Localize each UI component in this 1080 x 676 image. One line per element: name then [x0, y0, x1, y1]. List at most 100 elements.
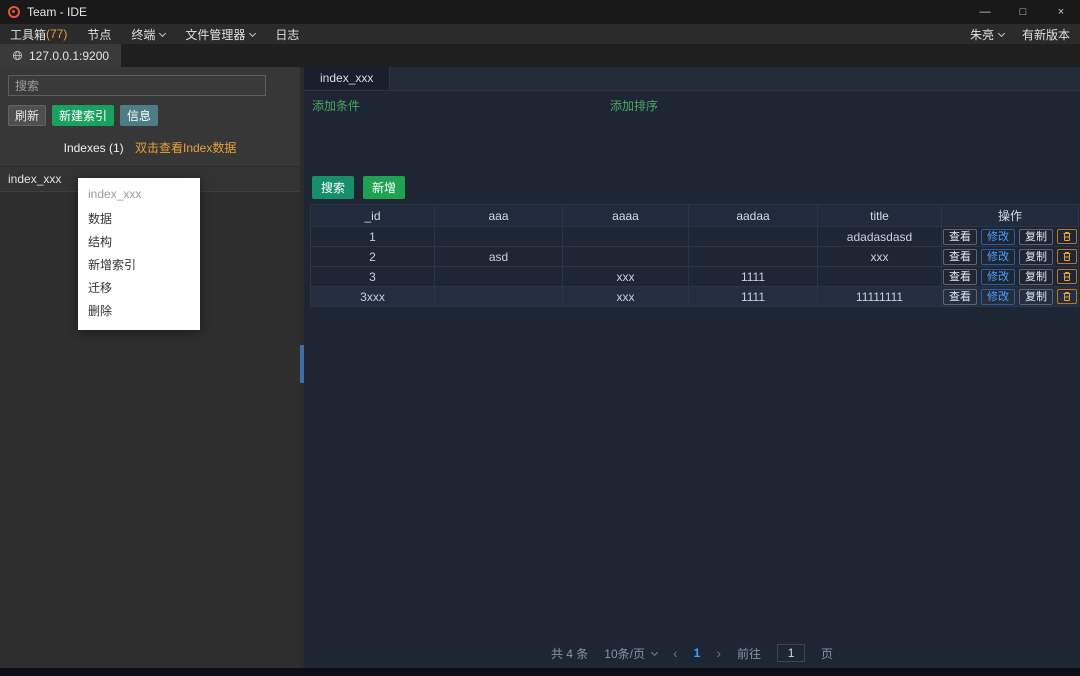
chevron-down-icon: [249, 29, 256, 36]
edit-button[interactable]: 修改: [981, 229, 1015, 245]
table-row[interactable]: 3xxxxxx111111111111查看修改复制: [311, 287, 1079, 307]
maximize-button[interactable]: □: [1004, 0, 1042, 24]
context-menu-item-structure[interactable]: 结构: [78, 230, 200, 253]
menu-bar: 工具箱(77) 节点 终端 文件管理器 日志 朱亮 有新版本: [0, 24, 1080, 44]
cell-aadaa: [689, 247, 818, 267]
add-button[interactable]: 新增: [363, 176, 405, 199]
context-menu-item-create-index[interactable]: 新增索引: [78, 253, 200, 276]
user-menu[interactable]: 朱亮: [970, 26, 1004, 43]
bottom-status-bar: [0, 668, 1080, 676]
cell-title: 11111111: [818, 287, 942, 307]
next-page-button[interactable]: ›: [716, 645, 721, 661]
copy-button[interactable]: 复制: [1019, 229, 1053, 245]
chevron-down-icon: [651, 648, 658, 655]
cell-actions: 查看修改复制: [942, 287, 1079, 307]
table-row[interactable]: 2asd xxx查看修改复制: [311, 247, 1079, 267]
prev-page-button[interactable]: ‹: [673, 645, 678, 661]
pagination: 共 4 条 10条/页 ‹ 1 › 前往 页: [304, 644, 1080, 662]
menubar-right: 朱亮 有新版本: [970, 26, 1070, 43]
cell-aaa: [435, 227, 563, 247]
menu-file-manager[interactable]: 文件管理器: [185, 26, 255, 43]
table-row[interactable]: 1adadasdasd查看修改复制: [311, 227, 1079, 247]
edit-button[interactable]: 修改: [981, 269, 1015, 285]
context-menu-item-delete[interactable]: 删除: [78, 299, 200, 322]
edit-button[interactable]: 修改: [981, 249, 1015, 265]
view-button[interactable]: 查看: [943, 289, 977, 305]
delete-button[interactable]: [1057, 229, 1077, 244]
tab-index-xxx[interactable]: index_xxx: [304, 67, 390, 90]
menu-node[interactable]: 节点: [87, 26, 111, 43]
main-panel: index_xxx 添加条件 添加排序 搜索 新增 _id aaa aaaa a…: [304, 67, 1080, 668]
column-header-aaaa: aaaa: [563, 205, 689, 227]
context-menu: index_xxx 数据 结构 新增索引 迁移 删除: [78, 178, 200, 330]
copy-button[interactable]: 复制: [1019, 269, 1053, 285]
trash-icon: [1062, 291, 1072, 302]
cell-_id: 2: [311, 247, 435, 267]
delete-button[interactable]: [1057, 269, 1077, 284]
main-toolbar: 搜索 新增: [304, 176, 1080, 204]
connection-tab-strip: 127.0.0.1:9200: [0, 44, 1080, 67]
delete-button[interactable]: [1057, 289, 1077, 304]
cell-aaaa: xxx: [563, 267, 689, 287]
view-button[interactable]: 查看: [943, 249, 977, 265]
context-menu-title: index_xxx: [78, 180, 200, 207]
refresh-button[interactable]: 刷新: [8, 105, 46, 126]
cell-_id: 1: [311, 227, 435, 247]
menu-file-manager-label: 文件管理器: [185, 26, 245, 43]
connection-tab[interactable]: 127.0.0.1:9200: [0, 44, 121, 67]
close-button[interactable]: ×: [1042, 0, 1080, 24]
table-body: 1adadasdasd查看修改复制2asdxxx查看修改复制3xxx1111查看…: [311, 227, 1079, 307]
new-version-link[interactable]: 有新版本: [1022, 26, 1070, 43]
view-button[interactable]: 查看: [943, 229, 977, 245]
copy-button[interactable]: 复制: [1019, 249, 1053, 265]
cell-_id: 3: [311, 267, 435, 287]
cell-aaaa: [563, 247, 689, 267]
cell-aaa: [435, 287, 563, 307]
page-size-select[interactable]: 10条/页: [604, 645, 657, 662]
add-sort-link[interactable]: 添加排序: [610, 97, 658, 114]
menu-logs[interactable]: 日志: [275, 26, 299, 43]
column-header-actions: 操作: [942, 205, 1079, 227]
app-logo-icon: [8, 6, 20, 18]
page-number-button[interactable]: 1: [694, 646, 701, 660]
create-index-button[interactable]: 新建索引: [52, 105, 114, 126]
delete-button[interactable]: [1057, 249, 1077, 264]
user-name: 朱亮: [970, 26, 994, 43]
edit-button[interactable]: 修改: [981, 289, 1015, 305]
goto-page-input[interactable]: [777, 644, 805, 662]
trash-icon: [1062, 251, 1072, 262]
cell-aadaa: 1111: [689, 287, 818, 307]
cell-aaa: asd: [435, 247, 563, 267]
column-header-aadaa: aadaa: [689, 205, 818, 227]
table-row[interactable]: 3xxx1111查看修改复制: [311, 267, 1079, 287]
sidebar: 刷新 新建索引 信息 Indexes (1) 双击查看Index数据 index…: [0, 67, 300, 668]
cell-actions: 查看修改复制: [942, 267, 1079, 287]
copy-button[interactable]: 复制: [1019, 289, 1053, 305]
window-controls: — □ ×: [966, 0, 1080, 24]
add-condition-link[interactable]: 添加条件: [312, 97, 360, 114]
connection-tab-label: 127.0.0.1:9200: [29, 49, 109, 63]
cell-actions: 查看修改复制: [942, 247, 1079, 267]
data-table: _id aaa aaaa aadaa title 操作 1adadasdasd查…: [310, 204, 1079, 307]
search-input[interactable]: [8, 75, 266, 96]
column-header-title: title: [818, 205, 942, 227]
menu-terminal[interactable]: 终端: [131, 26, 165, 43]
cell-aaaa: xxx: [563, 287, 689, 307]
goto-label: 前往: [737, 645, 761, 662]
globe-icon: [12, 50, 23, 61]
minimize-button[interactable]: —: [966, 0, 1004, 24]
menu-terminal-label: 终端: [131, 26, 155, 43]
view-button[interactable]: 查看: [943, 269, 977, 285]
cell-aaa: [435, 267, 563, 287]
menu-toolbox[interactable]: 工具箱(77): [10, 26, 67, 43]
cell-_id: 3xxx: [311, 287, 435, 307]
column-header-id: _id: [311, 205, 435, 227]
context-menu-item-data[interactable]: 数据: [78, 207, 200, 230]
context-menu-item-migrate[interactable]: 迁移: [78, 276, 200, 299]
cell-title: xxx: [818, 247, 942, 267]
cell-actions: 查看修改复制: [942, 227, 1079, 247]
main-tab-bar: index_xxx: [304, 67, 1080, 91]
cell-aadaa: [689, 227, 818, 247]
info-button[interactable]: 信息: [120, 105, 158, 126]
search-button[interactable]: 搜索: [312, 176, 354, 199]
